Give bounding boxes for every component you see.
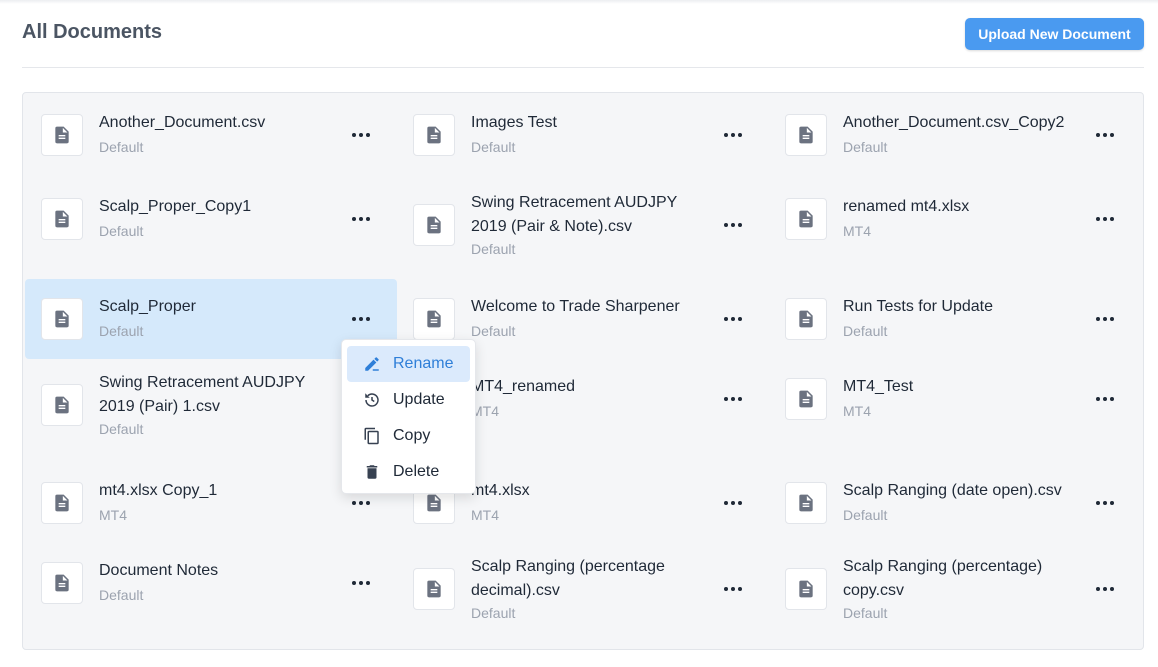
- document-category: Default: [99, 587, 144, 603]
- document-name: renamed mt4.xlsx: [843, 198, 970, 215]
- document-card[interactable]: MT4_Test MT4: [769, 369, 1141, 429]
- document-file-icon: [785, 198, 827, 240]
- header-divider: [22, 67, 1144, 68]
- document-name: mt4.xlsx: [471, 482, 530, 499]
- more-options-icon[interactable]: [347, 207, 375, 231]
- document-category: Default: [99, 139, 144, 155]
- menu-item-rename[interactable]: Rename: [347, 346, 470, 382]
- document-file-icon: [41, 114, 83, 156]
- document-file-icon: [785, 568, 827, 610]
- document-file-icon: [41, 562, 83, 604]
- document-file-icon: [413, 204, 455, 246]
- document-name: Welcome to Trade Sharpener: [471, 298, 680, 315]
- more-options-icon[interactable]: [1091, 387, 1119, 411]
- menu-item-label: Delete: [393, 463, 440, 480]
- document-name: MT4_renamed: [471, 378, 576, 395]
- document-category: Default: [99, 223, 144, 239]
- document-card[interactable]: Another_Document.csv Default: [25, 105, 397, 165]
- top-edge-shadow: [0, 0, 1158, 4]
- document-file-icon: [413, 568, 455, 610]
- menu-item-update[interactable]: Update: [347, 382, 470, 418]
- document-name: Scalp_Proper: [99, 298, 196, 315]
- page-title: All Documents: [22, 21, 163, 43]
- document-file-icon: [41, 384, 83, 426]
- document-name: Scalp_Proper_Copy1: [99, 198, 252, 215]
- document-category: MT4: [471, 507, 499, 523]
- more-options-icon[interactable]: [719, 213, 747, 237]
- document-file-icon: [413, 114, 455, 156]
- more-options-icon[interactable]: [347, 307, 375, 331]
- document-name: Scalp Ranging (percentage) copy.csv: [843, 558, 1043, 599]
- document-file-icon: [785, 378, 827, 420]
- document-name: Swing Retracement AUDJPY 2019 (Pair & No…: [471, 194, 678, 235]
- document-file-icon: [785, 482, 827, 524]
- history-icon: [363, 391, 381, 409]
- more-options-icon[interactable]: [719, 123, 747, 147]
- more-options-icon[interactable]: [1091, 123, 1119, 147]
- upload-new-document-button[interactable]: Upload New Document: [965, 18, 1144, 50]
- more-options-icon[interactable]: [719, 491, 747, 515]
- document-name: Scalp Ranging (percentage decimal).csv: [471, 558, 665, 599]
- document-context-menu: Rename Update Copy Delete: [341, 339, 476, 494]
- document-category: Default: [843, 139, 888, 155]
- document-category: MT4: [843, 403, 871, 419]
- document-file-icon: [785, 114, 827, 156]
- document-card[interactable]: Another_Document.csv_Copy2 Default: [769, 105, 1141, 165]
- document-category: Default: [471, 323, 516, 339]
- more-options-icon[interactable]: [347, 123, 375, 147]
- document-card[interactable]: Scalp Ranging (percentage) copy.csv Defau…: [769, 553, 1141, 637]
- more-options-icon[interactable]: [1091, 491, 1119, 515]
- document-card[interactable]: Scalp_Proper_Copy1 Default: [25, 189, 397, 249]
- document-name: Swing Retracement AUDJPY 2019 (Pair) 1.c…: [99, 374, 306, 415]
- document-name: MT4_Test: [843, 378, 914, 395]
- document-name: Scalp Ranging (date open).csv: [843, 482, 1062, 499]
- more-options-icon[interactable]: [719, 387, 747, 411]
- document-file-icon: [413, 298, 455, 340]
- document-file-icon: [41, 298, 83, 340]
- document-name: Another_Document.csv_Copy2: [843, 114, 1065, 131]
- document-card[interactable]: Scalp Ranging (percentage decimal).csv De…: [397, 553, 769, 637]
- document-category: MT4: [99, 507, 127, 523]
- document-file-icon: [41, 198, 83, 240]
- document-category: Default: [843, 605, 888, 621]
- document-category: Default: [471, 139, 516, 155]
- more-options-icon[interactable]: [719, 577, 747, 601]
- documents-panel: Another_Document.csv Default Scalp_Proper_…: [22, 92, 1144, 650]
- document-card[interactable]: Document Notes Default: [25, 553, 397, 613]
- document-card[interactable]: Images Test Default: [397, 105, 769, 165]
- document-card[interactable]: Run Tests for Update Default: [769, 279, 1141, 359]
- menu-item-label: Rename: [393, 355, 454, 372]
- document-card[interactable]: Swing Retracement AUDJPY 2019 (Pair & No…: [397, 189, 769, 273]
- document-name: Document Notes: [99, 562, 219, 579]
- document-category: MT4: [843, 223, 871, 239]
- document-category: Default: [99, 421, 144, 437]
- document-file-icon: [41, 482, 83, 524]
- menu-item-delete[interactable]: Delete: [347, 454, 470, 490]
- more-options-icon[interactable]: [347, 491, 375, 515]
- document-category: Default: [471, 605, 516, 621]
- menu-item-copy[interactable]: Copy: [347, 418, 470, 454]
- more-options-icon[interactable]: [1091, 207, 1119, 231]
- more-options-icon[interactable]: [347, 571, 375, 595]
- menu-item-label: Copy: [393, 427, 431, 444]
- more-options-icon[interactable]: [719, 307, 747, 331]
- more-options-icon[interactable]: [1091, 307, 1119, 331]
- document-name: mt4.xlsx Copy_1: [99, 482, 218, 499]
- menu-item-label: Update: [393, 391, 445, 408]
- trash-icon: [363, 463, 381, 481]
- more-options-icon[interactable]: [1091, 577, 1119, 601]
- document-name: Images Test: [471, 114, 557, 131]
- document-card[interactable]: Scalp Ranging (date open).csv Default: [769, 473, 1141, 533]
- document-category: Default: [471, 241, 516, 257]
- copy-icon: [363, 427, 381, 445]
- document-card[interactable]: renamed mt4.xlsx MT4: [769, 189, 1141, 249]
- document-category: Default: [99, 323, 144, 339]
- document-name: Another_Document.csv: [99, 114, 266, 131]
- document-file-icon: [785, 298, 827, 340]
- pencil-icon: [363, 355, 381, 373]
- document-category: Default: [843, 323, 888, 339]
- document-name: Run Tests for Update: [843, 298, 994, 315]
- document-category: Default: [843, 507, 888, 523]
